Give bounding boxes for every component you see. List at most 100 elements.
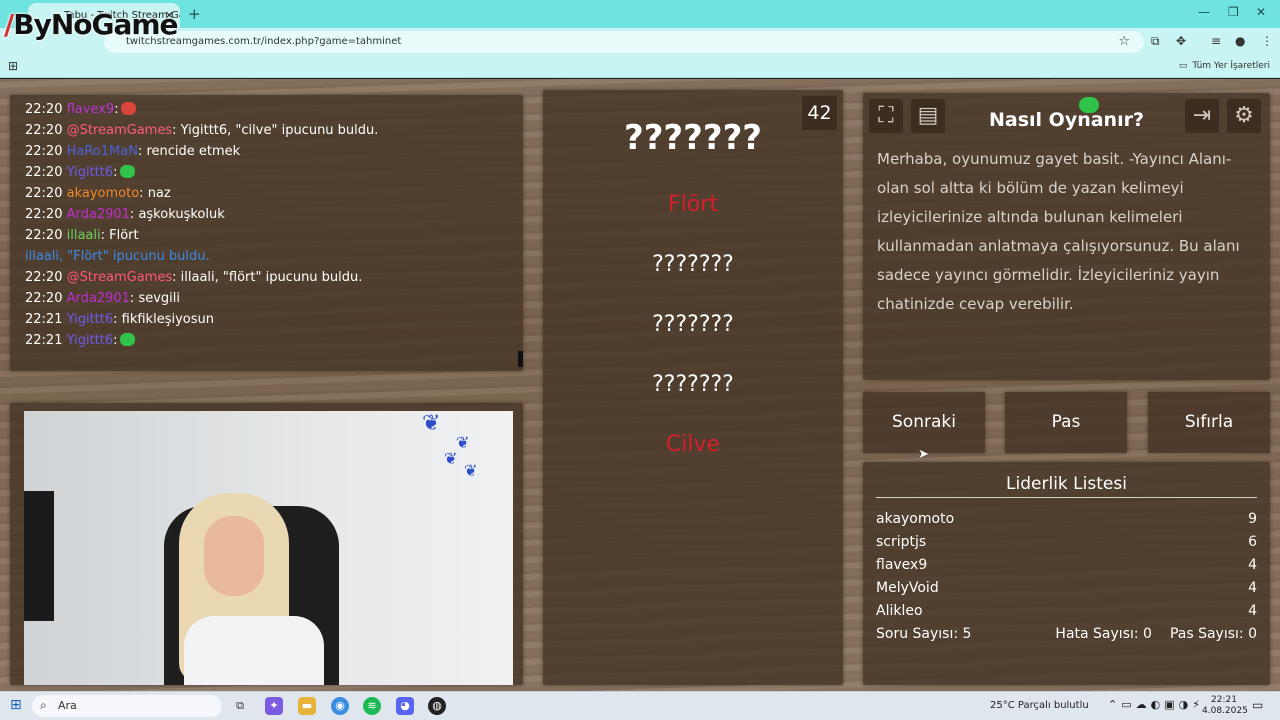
chat-message: 22:20 Arda2901: aşkokuşkoluk <box>25 204 523 225</box>
chat-message: 22:20 HaRo1MaN: rencide etmek <box>25 141 523 162</box>
chat-time: 22:20 <box>25 144 63 159</box>
chat-username[interactable]: akayomoto <box>67 186 140 201</box>
menu-kebab-icon[interactable]: ⋮ <box>1261 34 1273 48</box>
chat-username[interactable]: illaali <box>67 228 101 243</box>
folder-icon: ▭ <box>1178 61 1188 71</box>
obs-icon[interactable]: ◍ <box>428 697 446 715</box>
taboo-word-3: ??????? <box>652 312 734 337</box>
chat-panel: 22:20 flavex9: 22:20 @StreamGames: Yigitt… <box>10 95 523 371</box>
system-tray-icons[interactable]: ⌃▭☁◐▣◑⚡ <box>1108 698 1204 711</box>
main-word: ??????? <box>623 118 763 158</box>
task-view-icon[interactable]: ⧉ <box>231 697 249 715</box>
clock-date: 4.08.2025 <box>1202 706 1248 716</box>
chat-time: 22:20 <box>25 207 63 222</box>
leaderboard-name: MelyVoid <box>876 580 939 596</box>
leaderboard-score: 4 <box>1248 603 1257 619</box>
clock-time: 22:21 <box>1211 695 1237 705</box>
chat-separator: : <box>113 165 118 180</box>
search-placeholder: Ara <box>58 699 77 712</box>
leaderboard-row: MelyVoid 4 <box>876 577 1257 600</box>
puzzle-icon[interactable]: ✥ <box>1176 34 1186 48</box>
leaderboard-name: akayomoto <box>876 511 955 527</box>
chat-username[interactable]: flavex9 <box>67 102 115 117</box>
chat-username[interactable]: @StreamGames <box>67 270 173 285</box>
chat-username[interactable]: HaRo1MaN <box>67 144 138 159</box>
browser-tab-bar: Tabu - Twitch Stream Games ✕ + — ❐ ✕ <box>0 0 1280 28</box>
chat-time: 22:21 <box>25 333 63 348</box>
taboo-word-5: Cilve <box>665 432 721 457</box>
chat-emote-icon <box>120 102 136 115</box>
chat-username[interactable]: Arda2901 <box>67 207 130 222</box>
spotify-icon[interactable]: ≋ <box>363 697 381 715</box>
logo-text: ByNoGame <box>13 8 178 41</box>
address-bar: twitchstreamgames.com.tr/index.php?game=… <box>0 28 1280 56</box>
chat-username[interactable]: Yigittt6 <box>67 312 114 327</box>
chat-username[interactable]: @StreamGames <box>67 123 173 138</box>
extension-icon[interactable]: ⧉ <box>1151 34 1160 49</box>
leaderboard-score: 4 <box>1248 557 1257 573</box>
chat-scrollbar[interactable] <box>518 351 523 367</box>
taskbar-search[interactable]: ⌕ Ara <box>32 695 222 717</box>
chat-username[interactable]: Yigittt6 <box>67 333 114 348</box>
notification-icon[interactable]: ▭ <box>1252 698 1263 712</box>
leaderboard-score: 9 <box>1248 511 1257 527</box>
chat-text: aşkokuşkoluk <box>134 207 225 222</box>
chat-time: 22:20 <box>25 102 63 117</box>
chat-message: 22:20 akayomoto: naz <box>25 183 523 204</box>
butterfly-icon: ❦ <box>456 433 470 452</box>
reset-button[interactable]: Sıfırla <box>1148 392 1270 453</box>
chat-text: "Flört" ipucunu buldu. <box>63 249 210 264</box>
leaderboard-name: flavex9 <box>876 557 928 573</box>
media-icon[interactable]: ≡ <box>1211 34 1221 48</box>
leaderboard-row: scriptjs 6 <box>876 531 1257 554</box>
next-button[interactable]: Sonraki <box>863 392 985 453</box>
chat-time: 22:20 <box>25 165 63 180</box>
restore-icon[interactable]: ❐ <box>1228 5 1239 19</box>
leaderboard-row: flavex9 4 <box>876 554 1257 577</box>
url-input[interactable]: twitchstreamgames.com.tr/index.php?game=… <box>104 31 1144 53</box>
question-count: Soru Sayısı: 5 <box>876 626 972 642</box>
chat-username[interactable]: illaali, <box>25 249 63 264</box>
leaderboard-row: akayomoto 9 <box>876 508 1257 531</box>
leaderboard-panel: Liderlik Listesi akayomoto 9 scriptjs 6 flav… <box>863 462 1270 685</box>
pass-count: Pas Sayısı: 0 <box>1169 626 1257 642</box>
all-bookmarks-button[interactable]: ▭ Tüm Yer İşaretleri <box>1179 61 1270 71</box>
new-tab-icon[interactable]: + <box>188 5 201 23</box>
windows-start-icon[interactable]: ⊞ <box>10 697 22 713</box>
chat-separator: : <box>113 333 118 348</box>
chat-username[interactable]: Yigittt6 <box>67 165 114 180</box>
webcam-background <box>24 491 54 621</box>
pass-button[interactable]: Pas <box>1005 392 1127 453</box>
bookmark-star-icon[interactable]: ☆ <box>1118 34 1130 49</box>
chat-text: Flört <box>105 228 139 243</box>
taboo-word-2: ??????? <box>652 252 734 277</box>
chat-text: illaali, "flört" ipucunu buldu. <box>176 270 363 285</box>
chrome-icon[interactable]: ◉ <box>331 697 349 715</box>
chat-text: sevgili <box>134 291 180 306</box>
how-to-play-panel: ⛶ ▤ Nasıl Oynanır? ⇥ ⚙ Merhaba, oyunumuz… <box>863 93 1270 380</box>
copilot-icon[interactable]: ✦ <box>265 697 283 715</box>
chat-username[interactable]: Arda2901 <box>67 291 130 306</box>
chat-time: 22:20 <box>25 123 63 138</box>
leaderboard-name: scriptjs <box>876 534 927 550</box>
logout-icon[interactable]: ⇥ <box>1185 99 1219 133</box>
chat-message: 22:21 Yigittt6: <box>25 330 523 351</box>
weather-widget[interactable]: 25°C Parçalı bulutlu <box>990 700 1089 711</box>
minimize-icon[interactable]: — <box>1198 5 1210 19</box>
webcam-face <box>204 516 264 596</box>
error-count: Hata Sayısı: 0 <box>1055 626 1152 642</box>
taskbar-clock[interactable]: 22:21 4.08.2025 <box>1202 695 1248 717</box>
webcam-panel: ❦ ❦ ❦ ❦ <box>10 403 523 685</box>
apps-grid-icon[interactable]: ⊞ <box>8 59 18 73</box>
butterfly-icon: ❦ <box>464 461 478 480</box>
taboo-word-4: ??????? <box>652 372 734 397</box>
settings-gear-icon[interactable]: ⚙ <box>1227 99 1261 133</box>
discord-icon[interactable]: ◕ <box>396 697 414 715</box>
word-card: 42 ??????? Flört ??????? ??????? ???????… <box>543 90 843 685</box>
chat-message: 22:21 Yigittt6: fikfikleşiyosun <box>25 309 523 330</box>
windows-taskbar: ⊞ ⌕ Ara ⧉ ✦ ▬ ◉ ≋ ◕ ◍ 25°C Parçalı bulut… <box>0 691 1280 720</box>
profile-avatar-icon[interactable]: ● <box>1235 34 1245 48</box>
bynogame-logo: /ByNoGame <box>4 8 179 41</box>
close-window-icon[interactable]: ✕ <box>1256 5 1266 19</box>
file-explorer-icon[interactable]: ▬ <box>298 697 316 715</box>
